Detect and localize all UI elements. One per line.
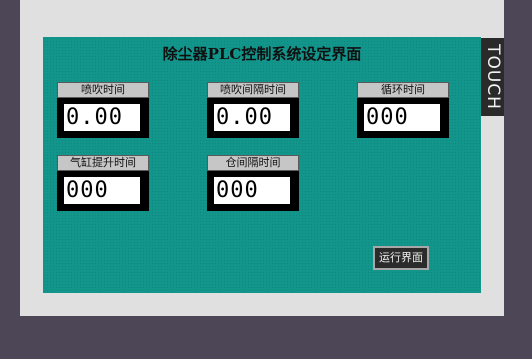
cylinder-lift-label: 气缸提升时间 (57, 155, 149, 171)
chamber-interval-label: 仓间隔时间 (207, 155, 299, 171)
spray-interval-input[interactable]: 0.00 (214, 104, 290, 131)
spray-interval-field: 喷吹间隔时间 0.00 (207, 82, 299, 138)
touch-label: TOUCH (482, 44, 503, 110)
spray-time-input[interactable]: 0.00 (64, 104, 140, 131)
cycle-time-input[interactable]: 000 (364, 104, 440, 131)
cylinder-lift-input[interactable]: 000 (64, 177, 140, 204)
cycle-time-label: 循环时间 (357, 82, 449, 98)
spray-time-field: 喷吹时间 0.00 (57, 82, 149, 138)
spray-interval-frame: 0.00 (207, 98, 299, 138)
touch-strip: TOUCH (481, 38, 504, 116)
spray-time-label: 喷吹时间 (57, 82, 149, 98)
settings-panel: 除尘器PLC控制系统设定界面 喷吹时间 0.00 喷吹间隔时间 0.00 循环时… (43, 37, 481, 293)
spray-time-frame: 0.00 (57, 98, 149, 138)
chamber-interval-input[interactable]: 000 (214, 177, 290, 204)
chamber-interval-field: 仓间隔时间 000 (207, 155, 299, 211)
cylinder-lift-frame: 000 (57, 171, 149, 211)
run-screen-button[interactable]: 运行界面 (373, 246, 429, 270)
cycle-time-frame: 000 (357, 98, 449, 138)
cycle-time-field: 循环时间 000 (357, 82, 449, 138)
spray-interval-label: 喷吹间隔时间 (207, 82, 299, 98)
cylinder-lift-field: 气缸提升时间 000 (57, 155, 149, 211)
page-title: 除尘器PLC控制系统设定界面 (162, 45, 362, 63)
chamber-interval-frame: 000 (207, 171, 299, 211)
